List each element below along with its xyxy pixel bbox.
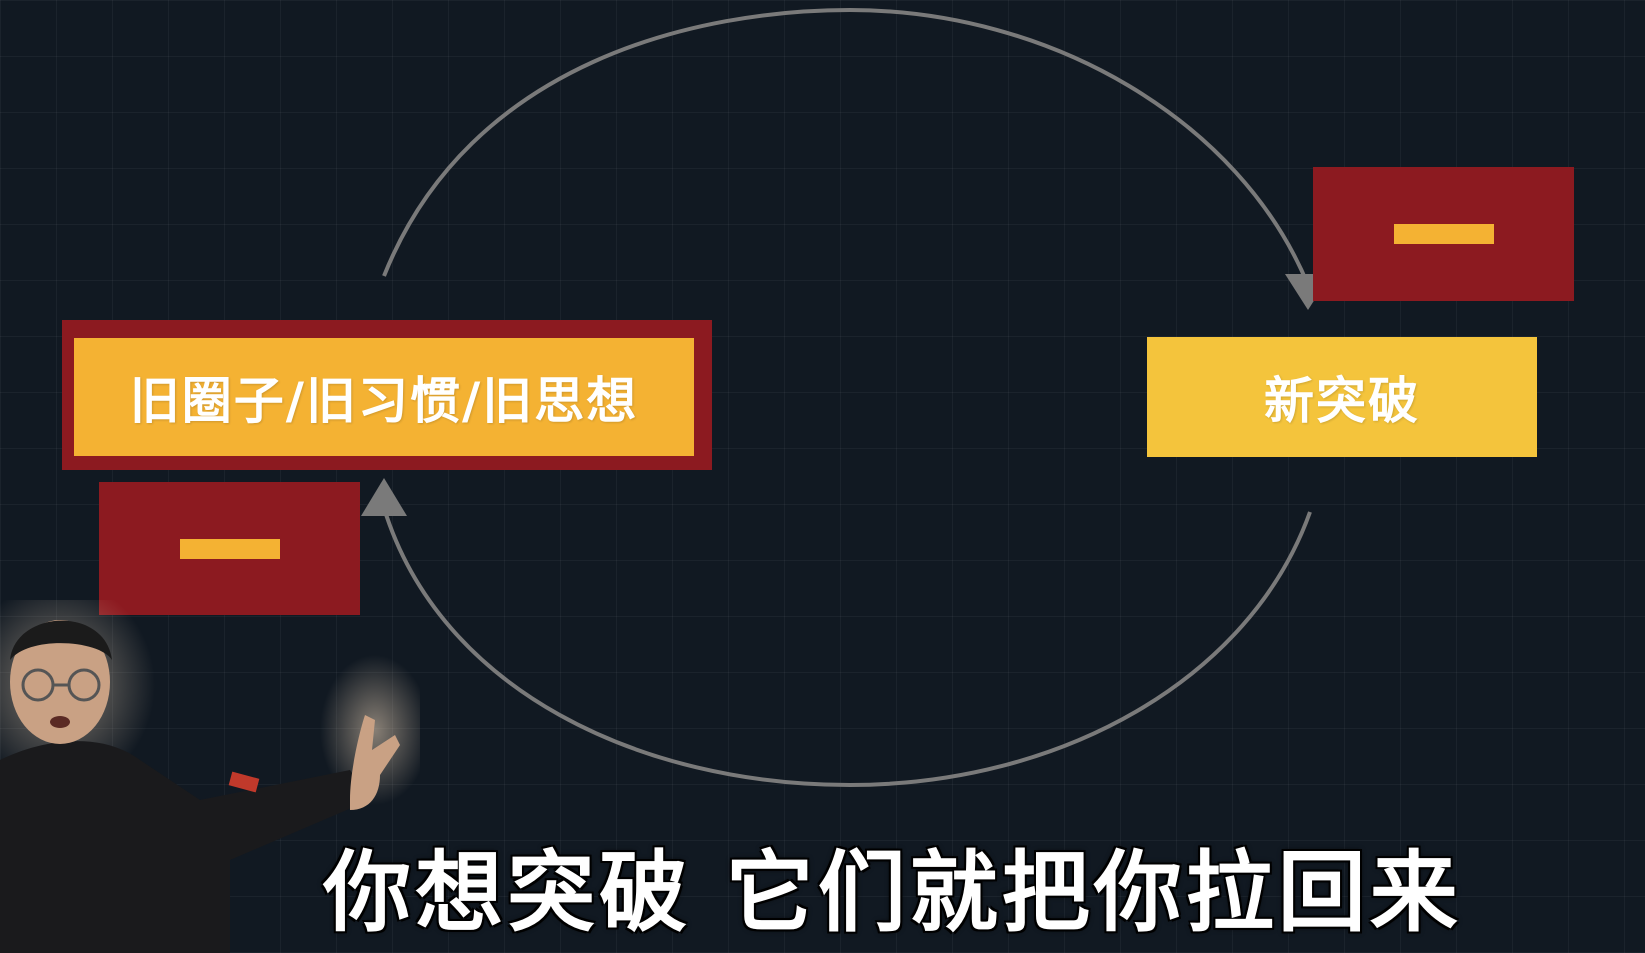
minus-box-left — [99, 482, 360, 615]
minus-icon — [179, 538, 280, 559]
minus-box-right — [1313, 167, 1574, 301]
minus-icon — [1393, 224, 1494, 244]
old-habits-label: 旧圈子/旧习惯/旧思想 — [129, 372, 639, 430]
upper-arc — [382, 7, 1310, 286]
subtitle-caption: 你想突破 它们就把你拉回来 — [323, 841, 1462, 944]
old-habits-box: 旧圈子/旧习惯/旧思想 — [74, 338, 694, 456]
diagram-canvas: 旧圈子/旧习惯/旧思想 新突破 你想突破 它们就把你拉回来 — [0, 0, 1645, 953]
breakthrough-label: 新突破 — [1264, 372, 1420, 430]
lower-arc — [382, 507, 1312, 788]
lower-arrowhead — [361, 478, 407, 516]
breakthrough-box: 新突破 — [1147, 337, 1537, 457]
